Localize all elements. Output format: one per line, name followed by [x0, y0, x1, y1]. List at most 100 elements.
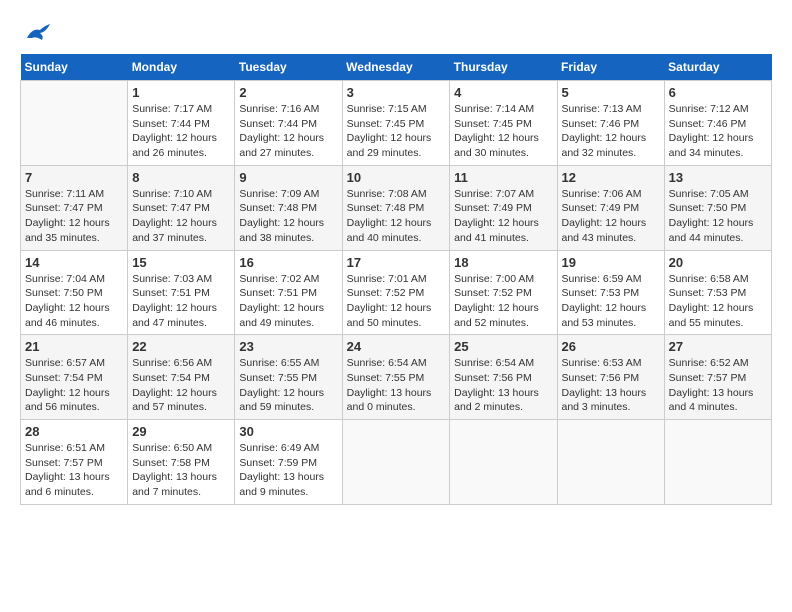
logo	[20, 20, 52, 44]
calendar-cell: 15 Sunrise: 7:03 AM Sunset: 7:51 PM Dayli…	[128, 250, 235, 335]
day-number: 10	[347, 170, 446, 185]
calendar-cell: 2 Sunrise: 7:16 AM Sunset: 7:44 PM Daylig…	[235, 81, 342, 166]
day-number: 30	[239, 424, 337, 439]
calendar-cell: 23Sunrise: 6:55 AM Sunset: 7:55 PM Dayli…	[235, 335, 342, 420]
calendar-cell: 26 Sunrise: 6:53 AM Sunset: 7:56 PM Dayli…	[557, 335, 664, 420]
day-info: Sunrise: 7:17 AM Sunset: 7:44 PM Dayligh…	[132, 102, 230, 161]
calendar-cell	[21, 81, 128, 166]
day-number: 2	[239, 85, 337, 100]
calendar-cell: 9Sunrise: 7:09 AM Sunset: 7:48 PM Daylig…	[235, 165, 342, 250]
calendar-cell: 18 Sunrise: 7:00 AM Sunset: 7:52 PM Dayli…	[450, 250, 557, 335]
day-number: 22	[132, 339, 230, 354]
day-number: 16	[239, 255, 337, 270]
calendar-cell: 19Sunrise: 6:59 AM Sunset: 7:53 PM Dayli…	[557, 250, 664, 335]
day-info: Sunrise: 7:01 AM Sunset: 7:52 PM Dayligh…	[347, 272, 446, 331]
day-number: 28	[25, 424, 123, 439]
calendar-cell: 24 Sunrise: 6:54 AM Sunset: 7:55 PM Dayli…	[342, 335, 450, 420]
day-number: 1	[132, 85, 230, 100]
calendar-cell: 11 Sunrise: 7:07 AM Sunset: 7:49 PM Dayli…	[450, 165, 557, 250]
day-number: 11	[454, 170, 552, 185]
calendar-cell: 20 Sunrise: 6:58 AM Sunset: 7:53 PM Dayli…	[664, 250, 771, 335]
weekday-header: Friday	[557, 54, 664, 81]
day-info: Sunrise: 7:08 AM Sunset: 7:48 PM Dayligh…	[347, 187, 446, 246]
logo-icon	[22, 20, 52, 44]
day-info: Sunrise: 7:16 AM Sunset: 7:44 PM Dayligh…	[239, 102, 337, 161]
calendar-cell	[450, 420, 557, 505]
day-info: Sunrise: 6:57 AM Sunset: 7:54 PM Dayligh…	[25, 356, 123, 415]
day-info: Sunrise: 7:03 AM Sunset: 7:51 PM Dayligh…	[132, 272, 230, 331]
day-info: Sunrise: 7:11 AM Sunset: 7:47 PM Dayligh…	[25, 187, 123, 246]
day-info: Sunrise: 6:55 AM Sunset: 7:55 PM Dayligh…	[239, 356, 337, 415]
day-info: Sunrise: 7:04 AM Sunset: 7:50 PM Dayligh…	[25, 272, 123, 331]
day-number: 29	[132, 424, 230, 439]
calendar-cell: 25 Sunrise: 6:54 AM Sunset: 7:56 PM Dayli…	[450, 335, 557, 420]
calendar-week-row: 21 Sunrise: 6:57 AM Sunset: 7:54 PM Dayli…	[21, 335, 772, 420]
day-info: Sunrise: 6:52 AM Sunset: 7:57 PM Dayligh…	[669, 356, 767, 415]
weekday-header-row: SundayMondayTuesdayWednesdayThursdayFrid…	[21, 54, 772, 81]
calendar-table: SundayMondayTuesdayWednesdayThursdayFrid…	[20, 54, 772, 505]
calendar-cell: 10 Sunrise: 7:08 AM Sunset: 7:48 PM Dayli…	[342, 165, 450, 250]
day-info: Sunrise: 7:05 AM Sunset: 7:50 PM Dayligh…	[669, 187, 767, 246]
day-info: Sunrise: 6:49 AM Sunset: 7:59 PM Dayligh…	[239, 441, 337, 500]
day-info: Sunrise: 6:54 AM Sunset: 7:56 PM Dayligh…	[454, 356, 552, 415]
day-info: Sunrise: 7:09 AM Sunset: 7:48 PM Dayligh…	[239, 187, 337, 246]
day-info: Sunrise: 6:56 AM Sunset: 7:54 PM Dayligh…	[132, 356, 230, 415]
day-info: Sunrise: 6:53 AM Sunset: 7:56 PM Dayligh…	[562, 356, 660, 415]
calendar-cell: 13 Sunrise: 7:05 AM Sunset: 7:50 PM Dayli…	[664, 165, 771, 250]
calendar-cell: 17 Sunrise: 7:01 AM Sunset: 7:52 PM Dayli…	[342, 250, 450, 335]
day-number: 15	[132, 255, 230, 270]
day-number: 6	[669, 85, 767, 100]
day-number: 21	[25, 339, 123, 354]
day-number: 18	[454, 255, 552, 270]
calendar-cell: 16 Sunrise: 7:02 AM Sunset: 7:51 PM Dayli…	[235, 250, 342, 335]
day-number: 7	[25, 170, 123, 185]
day-info: Sunrise: 7:00 AM Sunset: 7:52 PM Dayligh…	[454, 272, 552, 331]
calendar-cell: 1 Sunrise: 7:17 AM Sunset: 7:44 PM Daylig…	[128, 81, 235, 166]
day-number: 24	[347, 339, 446, 354]
day-info: Sunrise: 7:07 AM Sunset: 7:49 PM Dayligh…	[454, 187, 552, 246]
calendar-cell	[557, 420, 664, 505]
day-info: Sunrise: 7:02 AM Sunset: 7:51 PM Dayligh…	[239, 272, 337, 331]
weekday-header: Tuesday	[235, 54, 342, 81]
day-number: 14	[25, 255, 123, 270]
day-number: 26	[562, 339, 660, 354]
day-info: Sunrise: 7:13 AM Sunset: 7:46 PM Dayligh…	[562, 102, 660, 161]
calendar-cell: 4 Sunrise: 7:14 AM Sunset: 7:45 PM Daylig…	[450, 81, 557, 166]
calendar-cell: 8Sunrise: 7:10 AM Sunset: 7:47 PM Daylig…	[128, 165, 235, 250]
calendar-cell: 12 Sunrise: 7:06 AM Sunset: 7:49 PM Dayli…	[557, 165, 664, 250]
day-number: 4	[454, 85, 552, 100]
day-info: Sunrise: 7:14 AM Sunset: 7:45 PM Dayligh…	[454, 102, 552, 161]
calendar-cell: 14 Sunrise: 7:04 AM Sunset: 7:50 PM Dayli…	[21, 250, 128, 335]
calendar-cell: 28 Sunrise: 6:51 AM Sunset: 7:57 PM Dayli…	[21, 420, 128, 505]
weekday-header: Saturday	[664, 54, 771, 81]
calendar-cell: 5 Sunrise: 7:13 AM Sunset: 7:46 PM Daylig…	[557, 81, 664, 166]
day-number: 19	[562, 255, 660, 270]
calendar-cell	[342, 420, 450, 505]
day-info: Sunrise: 7:15 AM Sunset: 7:45 PM Dayligh…	[347, 102, 446, 161]
calendar-week-row: 1 Sunrise: 7:17 AM Sunset: 7:44 PM Daylig…	[21, 81, 772, 166]
calendar-cell: 27 Sunrise: 6:52 AM Sunset: 7:57 PM Dayli…	[664, 335, 771, 420]
day-info: Sunrise: 7:06 AM Sunset: 7:49 PM Dayligh…	[562, 187, 660, 246]
calendar-week-row: 28 Sunrise: 6:51 AM Sunset: 7:57 PM Dayli…	[21, 420, 772, 505]
day-number: 27	[669, 339, 767, 354]
calendar-cell: 6 Sunrise: 7:12 AM Sunset: 7:46 PM Daylig…	[664, 81, 771, 166]
page-header	[20, 20, 772, 44]
weekday-header: Wednesday	[342, 54, 450, 81]
calendar-cell: 7 Sunrise: 7:11 AM Sunset: 7:47 PM Daylig…	[21, 165, 128, 250]
day-info: Sunrise: 6:51 AM Sunset: 7:57 PM Dayligh…	[25, 441, 123, 500]
day-info: Sunrise: 6:50 AM Sunset: 7:58 PM Dayligh…	[132, 441, 230, 500]
day-number: 13	[669, 170, 767, 185]
day-number: 20	[669, 255, 767, 270]
day-number: 8	[132, 170, 230, 185]
day-info: Sunrise: 6:54 AM Sunset: 7:55 PM Dayligh…	[347, 356, 446, 415]
day-info: Sunrise: 6:58 AM Sunset: 7:53 PM Dayligh…	[669, 272, 767, 331]
day-info: Sunrise: 7:12 AM Sunset: 7:46 PM Dayligh…	[669, 102, 767, 161]
calendar-week-row: 14 Sunrise: 7:04 AM Sunset: 7:50 PM Dayli…	[21, 250, 772, 335]
day-number: 5	[562, 85, 660, 100]
calendar-cell: 21 Sunrise: 6:57 AM Sunset: 7:54 PM Dayli…	[21, 335, 128, 420]
weekday-header: Monday	[128, 54, 235, 81]
calendar-cell: 29 Sunrise: 6:50 AM Sunset: 7:58 PM Dayli…	[128, 420, 235, 505]
day-number: 12	[562, 170, 660, 185]
day-number: 17	[347, 255, 446, 270]
day-number: 25	[454, 339, 552, 354]
